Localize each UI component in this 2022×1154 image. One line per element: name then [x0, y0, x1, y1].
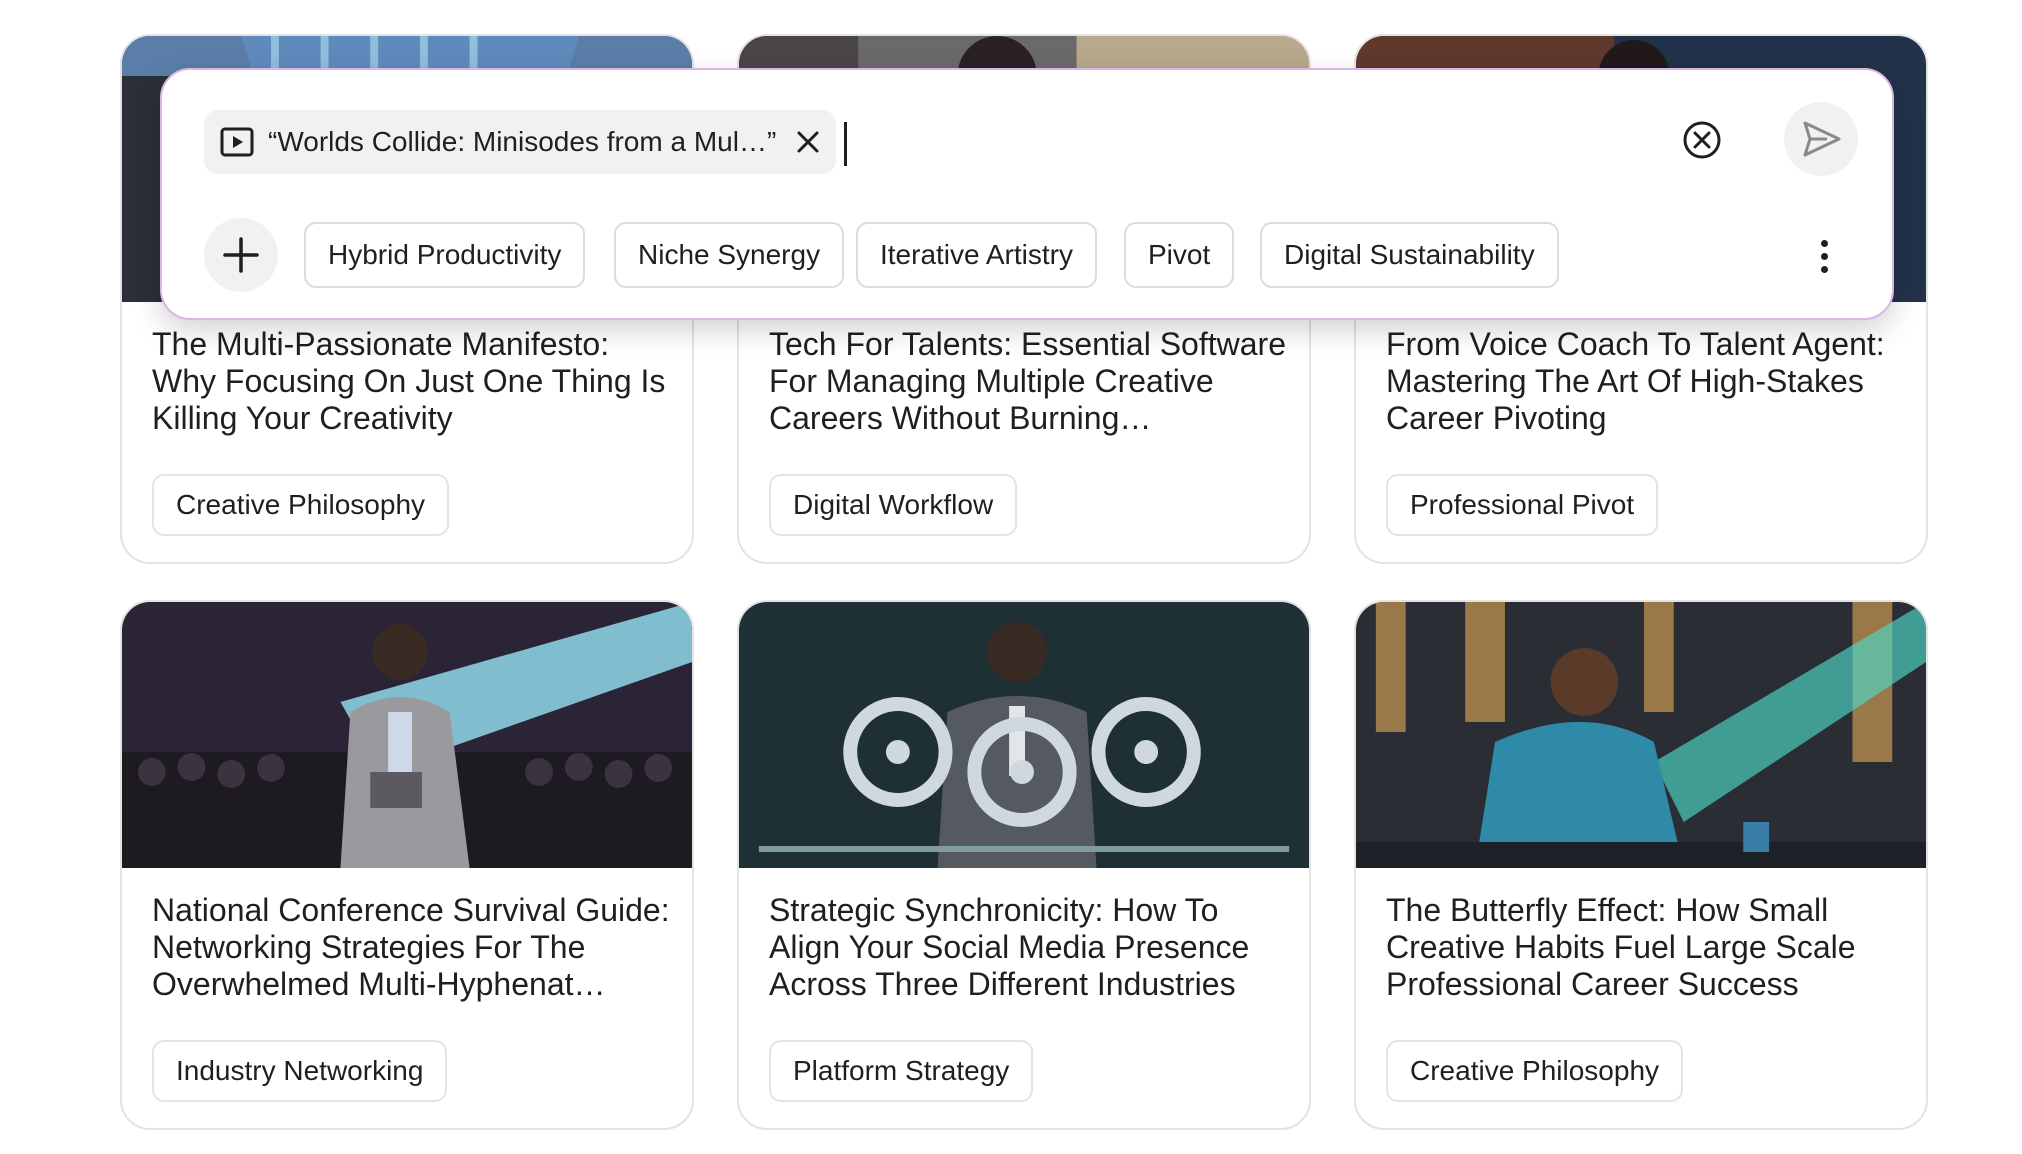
article-tag[interactable]: Creative Philosophy: [152, 474, 450, 536]
suggestion-chip[interactable]: Hybrid Productivity: [304, 222, 586, 288]
add-button[interactable]: [204, 218, 278, 292]
article-tag[interactable]: Creative Philosophy: [1386, 1040, 1684, 1102]
article-title[interactable]: Tech For Talents: Essential Software For…: [769, 326, 1289, 437]
article-thumbnail: [122, 602, 692, 868]
send-icon: [1799, 117, 1843, 161]
close-icon[interactable]: [794, 128, 822, 156]
article-tag[interactable]: Industry Networking: [152, 1040, 448, 1102]
plus-icon: [221, 235, 261, 275]
article-title[interactable]: The Multi-Passionate Manifesto: Why Focu…: [152, 326, 672, 437]
send-button[interactable]: [1784, 102, 1858, 176]
article-title[interactable]: Strategic Synchronicity: How To Align Yo…: [769, 892, 1289, 1003]
article-title[interactable]: National Conference Survival Guide: Netw…: [152, 892, 672, 1003]
article-title[interactable]: From Voice Coach To Talent Agent: Master…: [1386, 326, 1906, 437]
prompt-composer: “Worlds Collide: Minisodes from a Mul…” …: [160, 68, 1894, 320]
play-video-icon: [220, 127, 254, 157]
article-tag[interactable]: Digital Workflow: [769, 474, 1018, 536]
article-card[interactable]: The Butterfly Effect: How Small Creative…: [1354, 600, 1928, 1130]
attachment-label: “Worlds Collide: Minisodes from a Mul…”: [268, 126, 777, 157]
attachment-chip[interactable]: “Worlds Collide: Minisodes from a Mul…”: [204, 110, 836, 174]
suggestion-chip[interactable]: Iterative Artistry: [856, 222, 1097, 288]
suggestion-chip[interactable]: Digital Sustainability: [1260, 222, 1559, 288]
suggestion-chip[interactable]: Niche Synergy: [614, 222, 845, 288]
suggestion-chip[interactable]: Pivot: [1124, 222, 1235, 288]
circle-x-icon[interactable]: [1680, 118, 1724, 162]
more-vert-icon[interactable]: [1806, 232, 1842, 280]
text-cursor[interactable]: [844, 122, 847, 166]
article-tag[interactable]: Platform Strategy: [769, 1040, 1034, 1102]
article-thumbnail: [739, 602, 1309, 868]
article-thumbnail: [1356, 602, 1926, 868]
article-tag[interactable]: Professional Pivot: [1386, 474, 1659, 536]
article-card[interactable]: National Conference Survival Guide: Netw…: [120, 600, 694, 1130]
article-title[interactable]: The Butterfly Effect: How Small Creative…: [1386, 892, 1906, 1003]
article-card[interactable]: Strategic Synchronicity: How To Align Yo…: [737, 600, 1311, 1130]
